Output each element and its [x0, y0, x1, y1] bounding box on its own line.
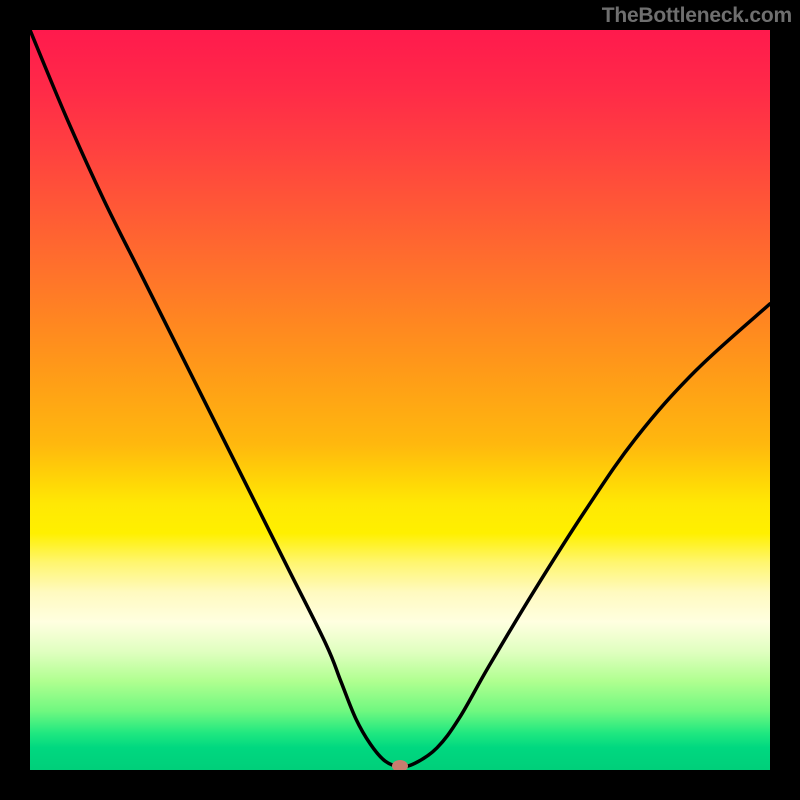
chart-frame: TheBottleneck.com	[0, 0, 800, 800]
optimal-point-marker	[392, 760, 408, 770]
plot-area	[30, 30, 770, 770]
watermark-text: TheBottleneck.com	[602, 4, 792, 28]
bottleneck-curve	[30, 30, 770, 770]
